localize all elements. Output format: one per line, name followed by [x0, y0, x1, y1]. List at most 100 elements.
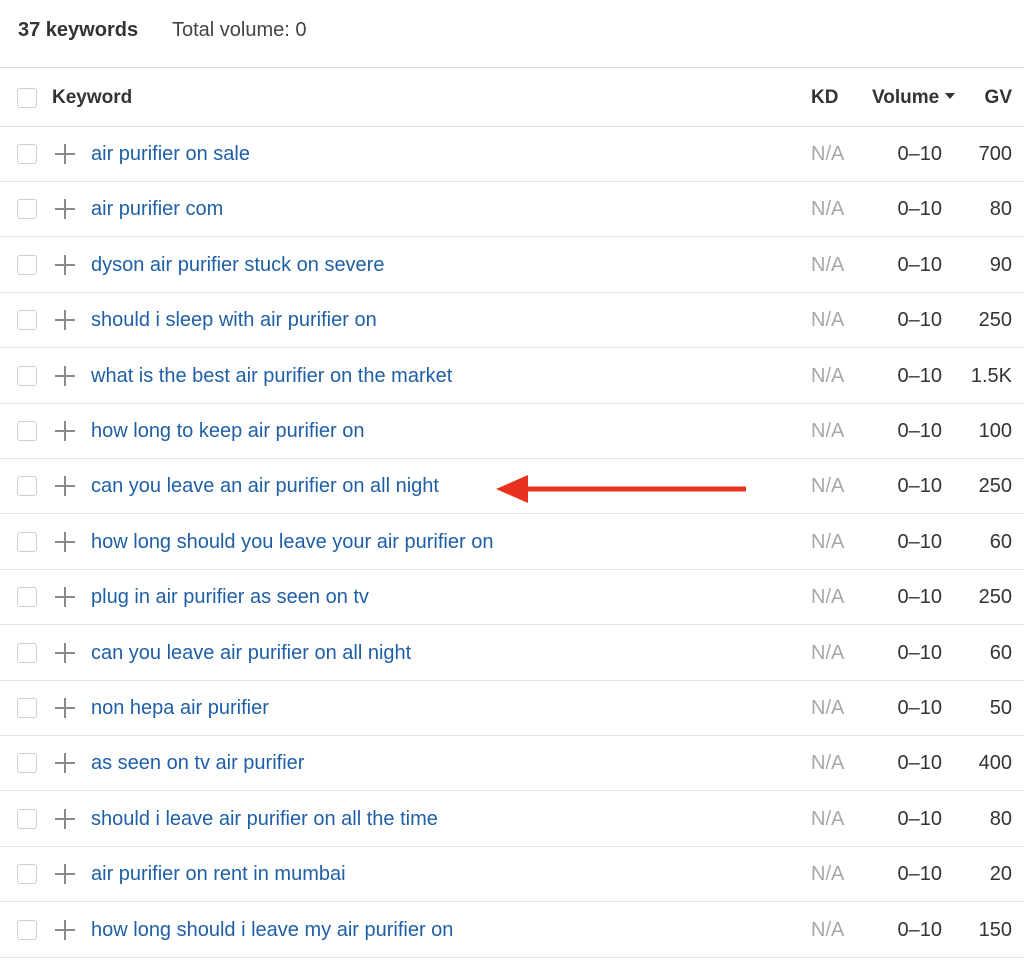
- add-keyword-plus-icon[interactable]: [54, 309, 76, 331]
- gv-value: 80: [989, 198, 1012, 220]
- keyword-link[interactable]: air purifier on sale: [91, 142, 250, 166]
- volume-value: 0–10: [897, 143, 943, 165]
- table-row: dyson air purifier stuck on severe N/A 0–1…: [0, 238, 1024, 293]
- kd-value: N/A: [811, 697, 845, 719]
- keyword-link[interactable]: should i sleep with air purifier on: [91, 308, 377, 332]
- row-checkbox[interactable]: [17, 310, 37, 330]
- table-row: should i leave air purifier on all the t…: [0, 792, 1024, 847]
- kd-value: N/A: [811, 863, 845, 885]
- table-row: non hepa air purifier N/A 0–10 50: [0, 681, 1024, 736]
- sort-descending-icon: [945, 92, 956, 99]
- volume-value: 0–10: [897, 808, 943, 830]
- add-keyword-plus-icon[interactable]: [54, 254, 76, 276]
- add-keyword-plus-icon[interactable]: [54, 198, 76, 220]
- add-keyword-plus-icon[interactable]: [54, 752, 76, 774]
- table-row: can you leave an air purifier on all nig…: [0, 459, 1024, 514]
- select-all-checkbox[interactable]: [17, 88, 37, 108]
- volume-value: 0–10: [897, 254, 943, 276]
- row-checkbox[interactable]: [17, 920, 37, 940]
- gv-value: 80: [989, 808, 1012, 830]
- add-keyword-plus-icon[interactable]: [54, 586, 76, 608]
- gv-value: 60: [989, 531, 1012, 553]
- add-keyword-plus-icon[interactable]: [54, 143, 76, 165]
- add-keyword-plus-icon[interactable]: [54, 808, 76, 830]
- volume-value: 0–10: [897, 365, 943, 387]
- volume-value: 0–10: [897, 531, 943, 553]
- table-row: as seen on tv air purifier N/A 0–10 400: [0, 736, 1024, 791]
- table-row: should i sleep with air purifier on N/A 0–…: [0, 293, 1024, 348]
- kd-value: N/A: [811, 254, 845, 276]
- volume-value: 0–10: [897, 420, 943, 442]
- volume-value: 0–10: [897, 586, 943, 608]
- volume-value: 0–10: [897, 309, 943, 331]
- gv-value: 20: [989, 863, 1012, 885]
- keyword-link[interactable]: air purifier on rent in mumbai: [91, 862, 346, 886]
- column-header-keyword[interactable]: Keyword: [52, 86, 132, 110]
- kd-value: N/A: [811, 475, 845, 497]
- add-keyword-plus-icon[interactable]: [54, 863, 76, 885]
- volume-value: 0–10: [897, 863, 943, 885]
- keyword-link[interactable]: what is the best air purifier on the mar…: [91, 364, 452, 388]
- keyword-link[interactable]: dyson air purifier stuck on severe: [91, 253, 384, 277]
- table-header: Keyword KD Volume GV: [0, 68, 1024, 127]
- kd-value: N/A: [811, 642, 845, 664]
- keyword-link[interactable]: can you leave an air purifier on all nig…: [91, 474, 439, 498]
- row-checkbox[interactable]: [17, 532, 37, 552]
- table-row: how long to keep air purifier on N/A 0–10 1…: [0, 404, 1024, 459]
- row-checkbox[interactable]: [17, 144, 37, 164]
- add-keyword-plus-icon[interactable]: [54, 531, 76, 553]
- keyword-link[interactable]: non hepa air purifier: [91, 696, 269, 720]
- add-keyword-plus-icon[interactable]: [54, 420, 76, 442]
- kd-value: N/A: [811, 198, 845, 220]
- row-checkbox[interactable]: [17, 199, 37, 219]
- volume-value: 0–10: [897, 642, 943, 664]
- keyword-link[interactable]: how long to keep air purifier on: [91, 419, 365, 443]
- kd-value: N/A: [811, 365, 845, 387]
- column-header-kd[interactable]: KD: [811, 86, 838, 110]
- keyword-link[interactable]: can you leave air purifier on all night: [91, 641, 411, 665]
- table-row: can you leave air purifier on all night N…: [0, 626, 1024, 681]
- kd-value: N/A: [811, 420, 845, 442]
- gv-value: 700: [978, 143, 1012, 165]
- row-checkbox[interactable]: [17, 421, 37, 441]
- column-header-gv[interactable]: GV: [985, 86, 1012, 110]
- row-checkbox[interactable]: [17, 753, 37, 773]
- row-checkbox[interactable]: [17, 864, 37, 884]
- table-row: air purifier on rent in mumbai N/A 0–10 20: [0, 847, 1024, 902]
- gv-value: 250: [978, 586, 1012, 608]
- row-checkbox[interactable]: [17, 809, 37, 829]
- table-row: plug in air purifier as seen on tv N/A 0–1…: [0, 570, 1024, 625]
- row-checkbox[interactable]: [17, 643, 37, 663]
- column-header-volume[interactable]: Volume: [872, 86, 956, 110]
- keyword-count: 37 keywords: [18, 19, 139, 41]
- add-keyword-plus-icon[interactable]: [54, 475, 76, 497]
- gv-value: 1.5K: [970, 365, 1012, 387]
- add-keyword-plus-icon[interactable]: [54, 919, 76, 941]
- table-row: how long should i leave my air purifier …: [0, 903, 1024, 958]
- keyword-link[interactable]: how long should you leave your air purif…: [91, 530, 493, 554]
- add-keyword-plus-icon[interactable]: [54, 642, 76, 664]
- volume-value: 0–10: [897, 198, 943, 220]
- kd-value: N/A: [811, 752, 845, 774]
- kd-value: N/A: [811, 309, 845, 331]
- table-row: air purifier com N/A 0–10 80: [0, 182, 1024, 237]
- volume-value: 0–10: [897, 752, 943, 774]
- keyword-link[interactable]: how long should i leave my air purifier …: [91, 918, 453, 942]
- row-checkbox[interactable]: [17, 366, 37, 386]
- keyword-link[interactable]: should i leave air purifier on all the t…: [91, 807, 438, 831]
- row-checkbox[interactable]: [17, 255, 37, 275]
- table-row: how long should you leave your air purif…: [0, 515, 1024, 570]
- row-checkbox[interactable]: [17, 476, 37, 496]
- keyword-link[interactable]: as seen on tv air purifier: [91, 751, 304, 775]
- keyword-link[interactable]: plug in air purifier as seen on tv: [91, 585, 369, 609]
- gv-value: 150: [978, 919, 1012, 941]
- gv-value: 250: [978, 475, 1012, 497]
- row-checkbox[interactable]: [17, 698, 37, 718]
- add-keyword-plus-icon[interactable]: [54, 697, 76, 719]
- row-checkbox[interactable]: [17, 587, 37, 607]
- kd-value: N/A: [811, 808, 845, 830]
- gv-value: 100: [978, 420, 1012, 442]
- add-keyword-plus-icon[interactable]: [54, 365, 76, 387]
- keyword-link[interactable]: air purifier com: [91, 197, 223, 221]
- column-header-volume-label: Volume: [872, 87, 940, 108]
